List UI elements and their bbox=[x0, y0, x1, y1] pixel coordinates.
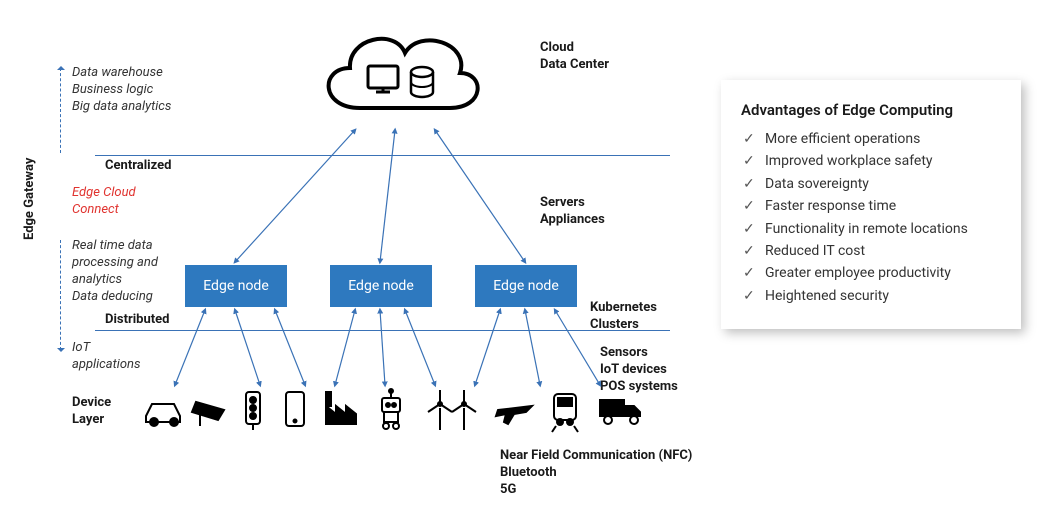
edge-node-2: Edge node bbox=[330, 265, 432, 307]
advantages-list-item-4: Functionality in remote locations bbox=[741, 218, 1001, 240]
advantages-list-item-1: Improved workplace safety bbox=[741, 150, 1001, 172]
advantages-list-item-0: More efficient operations bbox=[741, 128, 1001, 150]
advantages-list-item-6: Greater employee productivity bbox=[741, 262, 1001, 284]
airplane-icon bbox=[496, 406, 532, 424]
tier-centralized-label: Centralized bbox=[105, 158, 171, 175]
cloud-icon bbox=[310, 18, 480, 138]
edge-functions-list: Real time dataprocessing andanalyticsDat… bbox=[72, 238, 158, 306]
advantages-panel: Advantages of Edge Computing More effici… bbox=[721, 80, 1021, 329]
edge-node-1-label: Edge node bbox=[203, 277, 269, 295]
edge-functions-list-item-2: analytics bbox=[72, 272, 158, 289]
edge-cloud-connect-label: Edge Cloud Connect bbox=[72, 185, 136, 219]
edge-node-3: Edge node bbox=[475, 265, 577, 307]
truck-icon bbox=[600, 400, 640, 424]
cloud-functions-list-item-1: Business logic bbox=[72, 82, 171, 99]
device-icons-row bbox=[140, 388, 680, 433]
factory-icon bbox=[326, 392, 356, 424]
edge-gateway-axis-label: Edge Gateway bbox=[22, 158, 39, 240]
smartphone-icon bbox=[286, 392, 304, 426]
arrow-up bbox=[60, 68, 61, 153]
advantages-title: Advantages of Edge Computing bbox=[741, 98, 1001, 122]
edge-functions-list-item-3: Data deducing bbox=[72, 289, 158, 306]
edge-functions-list-item-1: processing and bbox=[72, 255, 158, 272]
cloud-functions-list-item-0: Data warehouse bbox=[72, 65, 171, 82]
advantages-list-item-2: Data sovereignty bbox=[741, 173, 1001, 195]
connectivity-label: Near Field Communication (NFC) Bluetooth… bbox=[500, 448, 692, 499]
arrow-down bbox=[60, 240, 61, 350]
advantages-list-item-7: Heightened security bbox=[741, 285, 1001, 307]
wind-turbine-icon bbox=[428, 390, 476, 430]
cloud-label: Cloud Data Center bbox=[540, 40, 609, 74]
advantages-list-item-5: Reduced IT cost bbox=[741, 240, 1001, 262]
tier-line-distributed bbox=[95, 330, 670, 331]
edge-node-1: Edge node bbox=[185, 265, 287, 307]
kubernetes-clusters-label: Kubernetes Clusters bbox=[590, 300, 657, 334]
edge-node-2-label: Edge node bbox=[348, 277, 414, 295]
advantages-list: More efficient operationsImproved workpl… bbox=[741, 128, 1001, 307]
edge-functions-list-item-0: Real time data bbox=[72, 238, 158, 255]
iot-applications-label: IoT applications bbox=[72, 340, 140, 374]
tier-line-centralized bbox=[95, 155, 670, 156]
car-icon bbox=[146, 404, 180, 426]
traffic-light-icon bbox=[246, 392, 260, 430]
cctv-icon bbox=[192, 402, 224, 426]
cloud-functions-list: Data warehouseBusiness logicBig data ana… bbox=[72, 65, 171, 116]
train-icon bbox=[552, 394, 578, 432]
edge-node-3-label: Edge node bbox=[493, 277, 559, 295]
device-layer-label: Device Layer bbox=[72, 395, 111, 429]
robot-icon bbox=[382, 389, 400, 429]
advantages-list-item-3: Faster response time bbox=[741, 195, 1001, 217]
tier-distributed-label: Distributed bbox=[105, 312, 170, 329]
servers-appliances-label: Servers Appliances bbox=[540, 195, 605, 229]
cloud-functions-list-item-2: Big data analytics bbox=[72, 99, 171, 116]
